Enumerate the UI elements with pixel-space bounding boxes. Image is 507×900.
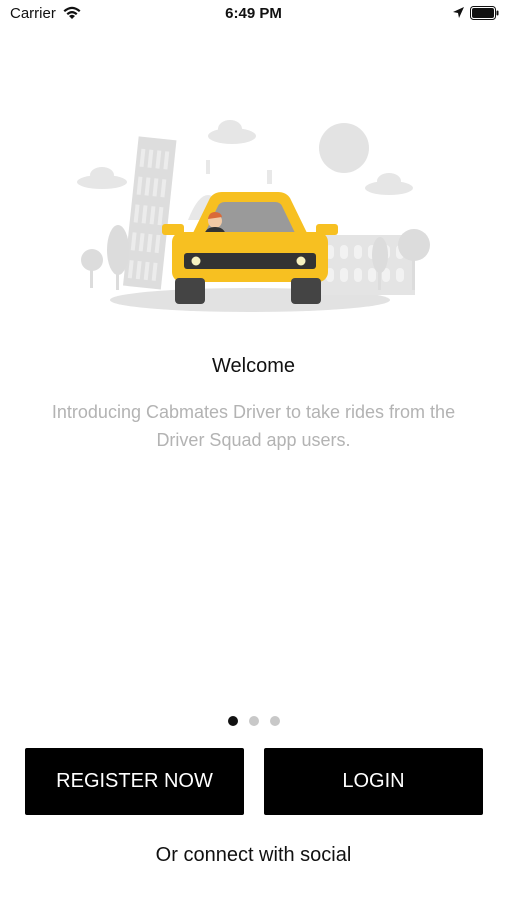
register-now-button[interactable]: REGISTER NOW [25, 748, 244, 815]
connect-with-social-link[interactable]: Or connect with social [0, 844, 507, 867]
taxi-city-illustration [70, 110, 440, 320]
page-dot-3[interactable] [269, 716, 280, 726]
login-button[interactable]: LOGIN [264, 748, 483, 815]
status-time: 6:49 PM [225, 5, 282, 22]
page-indicator [0, 716, 507, 726]
status-bar: Carrier 6:49 PM [0, 0, 507, 28]
location-arrow-icon [452, 6, 465, 24]
intro-description: Introducing Cabmates Driver to take ride… [51, 402, 456, 450]
page-dot-2[interactable] [248, 716, 259, 726]
battery-icon [470, 6, 500, 25]
page-dot-1[interactable] [227, 716, 238, 726]
welcome-title: Welcome [212, 355, 295, 377]
